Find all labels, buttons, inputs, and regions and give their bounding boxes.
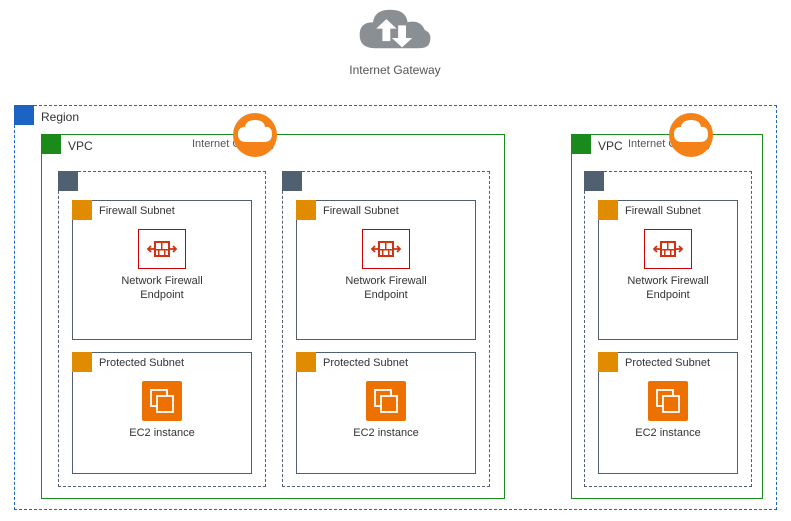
vpc-1: VPC Internet Gateway Firewall Subnet <box>41 134 505 499</box>
subnet-marker <box>72 352 92 372</box>
vpc-marker <box>41 134 61 154</box>
protected-subnet: Protected Subnet EC2 instance <box>72 352 252 474</box>
subnet-label: Firewall Subnet <box>99 205 175 217</box>
firewall-caption: Network Firewall Endpoint <box>599 275 737 303</box>
ec2-instance-icon <box>648 381 688 421</box>
ec2-caption: EC2 instance <box>73 427 251 441</box>
az-marker <box>584 171 604 191</box>
availability-zone-1a: Firewall Subnet Network Firewall Endpoin… <box>58 171 266 487</box>
firewall-subnet: Firewall Subnet Network Firewall Endpoin… <box>72 200 252 340</box>
subnet-label: Protected Subnet <box>323 357 408 369</box>
subnet-marker <box>296 352 316 372</box>
vpc-2: VPC Internet Gateway Firewall Subnet Net… <box>571 134 763 499</box>
firewall-endpoint-icon <box>362 229 410 269</box>
subnet-marker <box>598 352 618 372</box>
subnet-marker <box>296 200 316 220</box>
subnet-marker <box>72 200 92 220</box>
cloud-gateway-icon <box>232 112 278 158</box>
internet-gateway-top: Internet Gateway <box>335 5 455 77</box>
protected-subnet: Protected Subnet EC2 instance <box>598 352 738 474</box>
region-box: Region VPC Internet Gateway Firewall Sub… <box>14 105 777 510</box>
subnet-label: Protected Subnet <box>625 357 710 369</box>
subnet-marker <box>598 200 618 220</box>
region-marker <box>14 105 34 125</box>
availability-zone-1b: Firewall Subnet Network Firewall Endpoin… <box>282 171 490 487</box>
firewall-subnet: Firewall Subnet Network Firewall Endpoin… <box>598 200 738 340</box>
cloud-gateway-icon <box>668 112 714 158</box>
firewall-endpoint-icon <box>644 229 692 269</box>
ec2-instance-icon <box>142 381 182 421</box>
ec2-caption: EC2 instance <box>297 427 475 441</box>
internet-gateway-top-label: Internet Gateway <box>335 63 455 77</box>
vpc-label: VPC <box>68 139 93 153</box>
region-label: Region <box>41 110 79 124</box>
az-marker <box>282 171 302 191</box>
vpc-label: VPC <box>598 139 623 153</box>
firewall-caption: Network Firewall Endpoint <box>297 275 475 303</box>
firewall-caption: Network Firewall Endpoint <box>73 275 251 303</box>
protected-subnet: Protected Subnet EC2 instance <box>296 352 476 474</box>
az-marker <box>58 171 78 191</box>
firewall-subnet: Firewall Subnet Network Firewall Endpoin… <box>296 200 476 340</box>
subnet-label: Firewall Subnet <box>625 205 701 217</box>
subnet-label: Protected Subnet <box>99 357 184 369</box>
cloud-icon <box>355 5 435 60</box>
architecture-diagram: Internet Gateway Region VPC Internet Gat… <box>0 0 791 521</box>
ec2-caption: EC2 instance <box>599 427 737 441</box>
availability-zone-2a: Firewall Subnet Network Firewall Endpoin… <box>584 171 752 487</box>
firewall-endpoint-icon <box>138 229 186 269</box>
subnet-label: Firewall Subnet <box>323 205 399 217</box>
vpc-marker <box>571 134 591 154</box>
ec2-instance-icon <box>366 381 406 421</box>
